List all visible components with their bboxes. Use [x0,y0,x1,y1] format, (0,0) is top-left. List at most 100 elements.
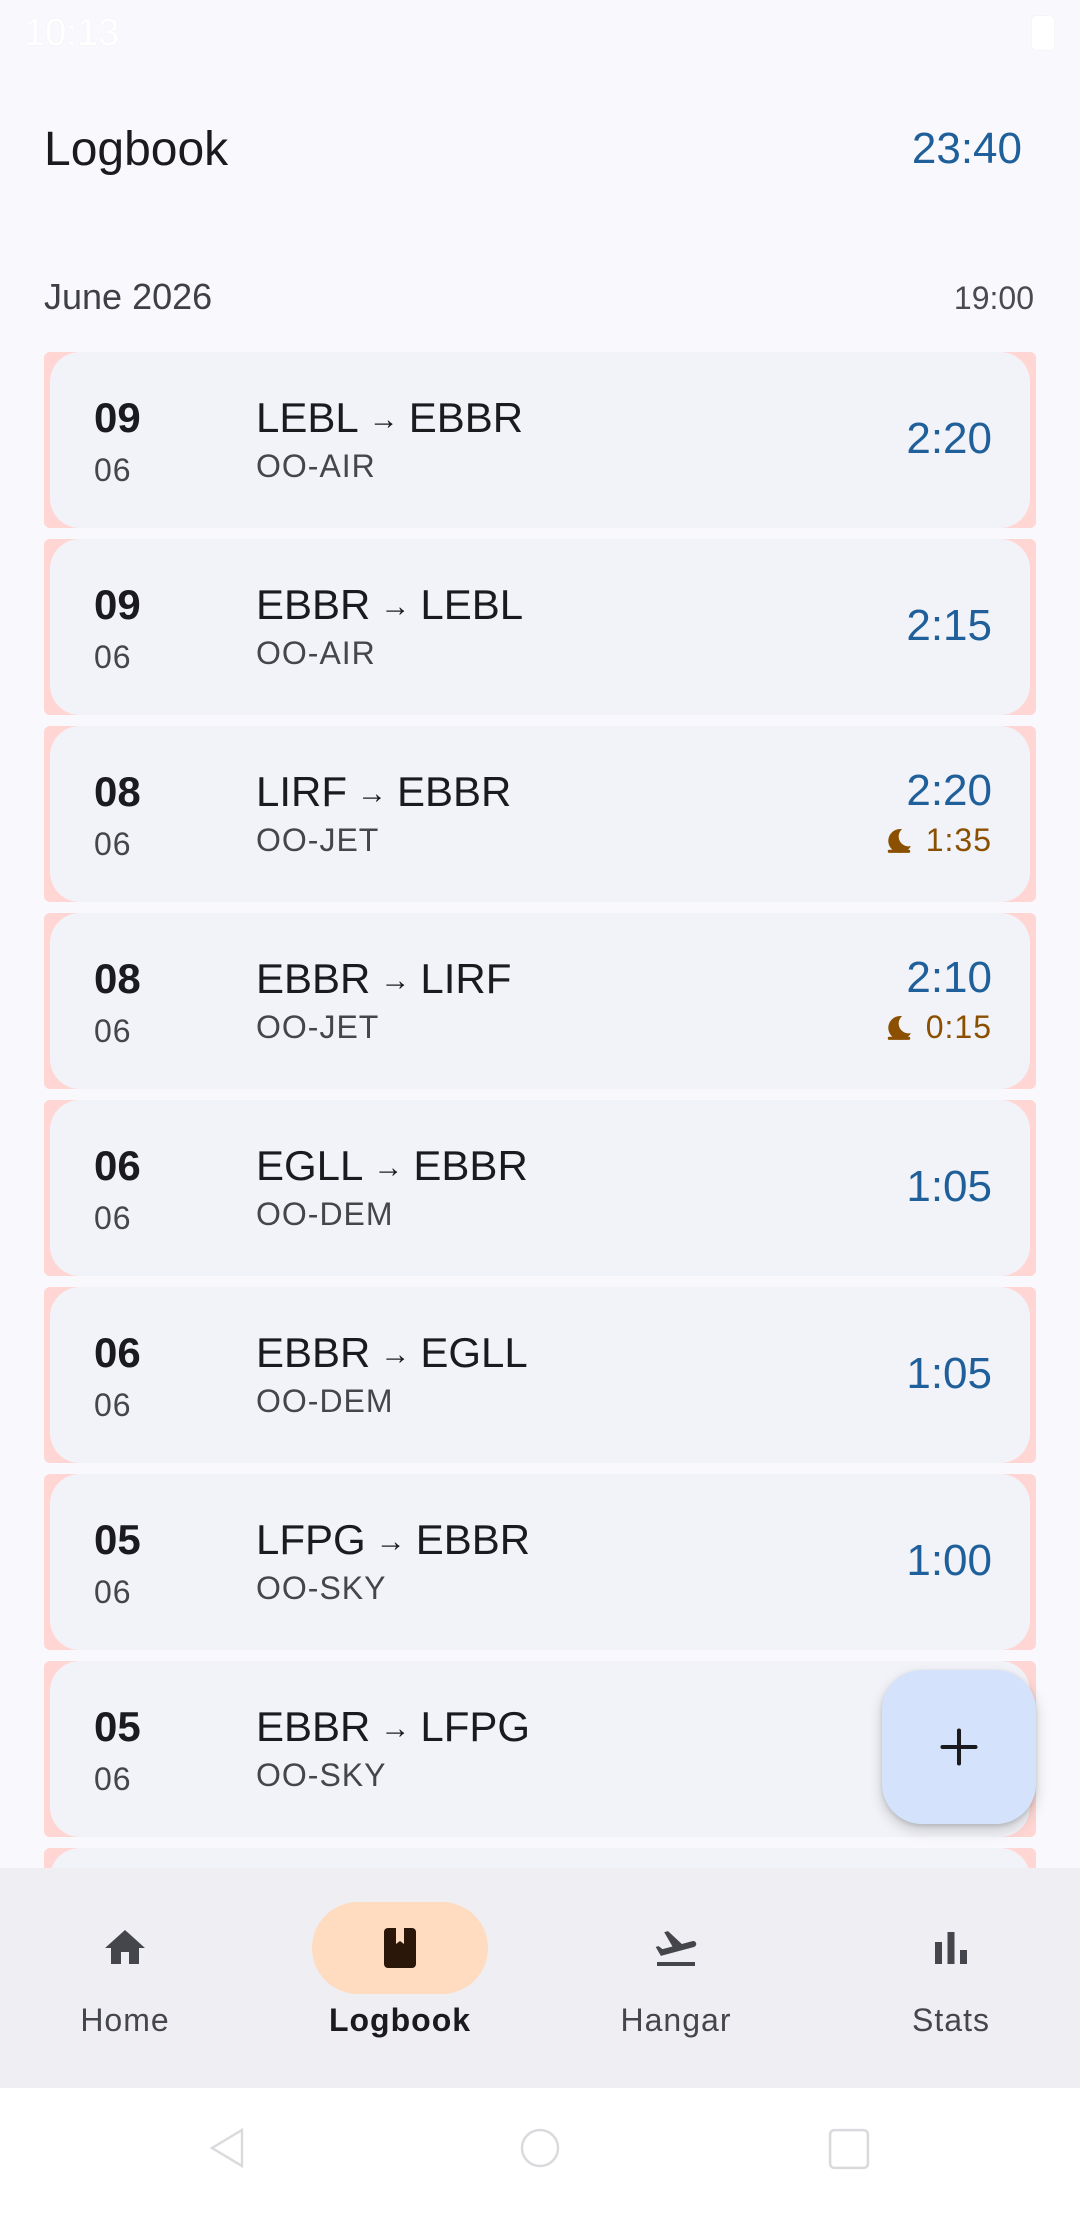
airplane-takeoff-icon [655,1931,697,1966]
flight-duration: 1:05 [906,1162,992,1211]
nav-item-stats[interactable]: Stats [826,1868,1080,2088]
home-icon [105,1930,145,1964]
nav-item-logbook[interactable]: Logbook [275,1868,545,2088]
route-from: LFPG [256,1516,366,1563]
flight-card[interactable]: 06 06 EBBR → EGLL OO-DEM 1:05 [50,1287,1030,1463]
flight-row[interactable]: 09 06 EBBR → LEBL OO-AIR 2:15 [44,539,1036,715]
flight-route: EGLL → EBBR [256,1142,528,1190]
flight-month: 06 [94,1387,132,1423]
flight-card[interactable]: 08 06 LIRF → EBBR OO-JET 2:20 1:35 [50,726,1030,902]
aircraft-registration: OO-JET [256,1009,380,1045]
flight-card[interactable]: 09 06 EBBR → LEBL OO-AIR 2:15 [50,539,1030,715]
system-navigation-bar [0,2088,1080,2220]
route-arrow: → [373,1151,404,1184]
route-to: LEBL [420,581,524,628]
route-arrow: → [375,1525,406,1558]
route-from: EBBR [256,1703,371,1750]
route-to: EBBR [397,768,512,815]
page-title: Logbook [44,123,229,176]
home-button-icon[interactable] [520,2128,560,2168]
route-from: EBBR [256,581,371,628]
month-total: 19:00 [953,280,1034,316]
nav-label: Hangar [620,2002,732,2038]
flight-day: 06 [94,1329,141,1376]
route-to: EGLL [420,1329,528,1376]
flight-route: LFPG → EBBR [256,1516,530,1564]
flight-day: 09 [94,581,141,628]
month-label: June 2026 [44,276,213,317]
nav-item-home[interactable]: Home [0,1868,270,2088]
flight-route: LIRF → EBBR [256,768,511,816]
flight-route: LEBL → EBBR [256,394,523,442]
night-time: 1:35 [884,822,992,859]
flight-route: EBBR → LEBL [256,581,523,629]
route-arrow: → [380,590,411,623]
route-to: EBBR [415,1516,531,1563]
nav-label: Stats [912,2002,990,2038]
nav-item-hangar[interactable]: Hangar [551,1868,821,2088]
flight-month: 06 [94,1013,132,1049]
aircraft-registration: OO-DEM [256,1196,394,1232]
add-flight-button[interactable] [882,1670,1036,1824]
flight-day: 05 [94,1703,141,1750]
flight-list[interactable]: 09 06 LEBL → EBBR OO-AIR 2:20 09 06 EBBR → L… [44,352,1036,1868]
aircraft-registration: OO-SKY [256,1570,387,1606]
flight-duration: 2:20 [906,766,992,815]
route-from: LIRF [256,768,348,815]
flight-day: 08 [94,768,141,815]
flight-duration: 1:00 [906,1536,992,1585]
flight-month: 06 [94,1761,132,1797]
recents-icon[interactable] [828,2128,870,2170]
night-duration: 0:15 [925,1009,992,1045]
route-arrow: → [380,964,411,997]
route-to: LFPG [420,1703,531,1750]
flight-month: 06 [94,826,132,862]
flight-day: 09 [94,394,141,441]
route-arrow: → [368,403,399,436]
flight-duration: 2:20 [906,414,992,463]
battery-icon [1032,16,1054,50]
flight-day: 08 [94,955,141,1002]
flight-card[interactable]: 06 06 EGLL → EBBR OO-DEM 1:05 [50,1100,1030,1276]
flight-card[interactable]: 08 06 EBBR → LIRF OO-JET 2:10 0:15 [50,913,1030,1089]
aircraft-registration: OO-AIR [256,448,376,484]
total-time: 23:40 [911,124,1022,173]
bar-chart-icon [935,1932,967,1964]
flight-duration: 2:15 [906,601,992,650]
flight-card[interactable]: 09 06 LEBL → EBBR OO-AIR 2:20 [50,352,1030,528]
route-to: EBBR [413,1142,528,1189]
moon-icon [887,1015,911,1040]
flight-day: 05 [94,1516,141,1563]
flight-row[interactable]: 06 06 EGLL → EBBR OO-DEM 1:05 [44,1100,1036,1276]
flight-route: EBBR → LIRF [256,955,511,1003]
route-from: EGLL [256,1142,364,1189]
flight-row[interactable]: 08 06 EBBR → LIRF OO-JET 2:10 0:15 [44,913,1036,1089]
back-icon[interactable] [206,2126,246,2170]
moon-icon [887,828,911,853]
nav-label: Logbook [328,2002,472,2038]
flight-card[interactable]: 05 06 LFPG → EBBR OO-SKY 1:00 [50,1474,1030,1650]
route-arrow: → [380,1338,411,1371]
flight-card[interactable] [50,1848,1030,1868]
route-arrow: → [357,777,388,810]
nav-label: Home [80,2002,170,2038]
aircraft-registration: OO-AIR [256,635,376,671]
flight-row[interactable] [44,1848,1036,1868]
flight-month: 06 [94,639,132,675]
flight-route: EBBR → LFPG [256,1703,530,1751]
book-icon [384,1928,416,1968]
flight-duration: 2:10 [906,953,992,1002]
flight-row[interactable]: 08 06 LIRF → EBBR OO-JET 2:20 1:35 [44,726,1036,902]
route-from: EBBR [256,955,371,1002]
flight-month: 06 [94,452,132,488]
flight-row[interactable]: 05 06 LFPG → EBBR OO-SKY 1:00 [44,1474,1036,1650]
flight-month: 06 [94,1200,132,1236]
flight-row[interactable]: 09 06 LEBL → EBBR OO-AIR 2:20 [44,352,1036,528]
bottom-navigation: Home Logbook Hangar Stats [0,1868,1080,2088]
flight-row[interactable]: 06 06 EBBR → EGLL OO-DEM 1:05 [44,1287,1036,1463]
plus-icon [940,1728,978,1766]
route-from: LEBL [256,394,359,441]
status-time: 10:13 [24,12,120,54]
flight-day: 06 [94,1142,141,1189]
route-to: LIRF [420,955,512,1002]
